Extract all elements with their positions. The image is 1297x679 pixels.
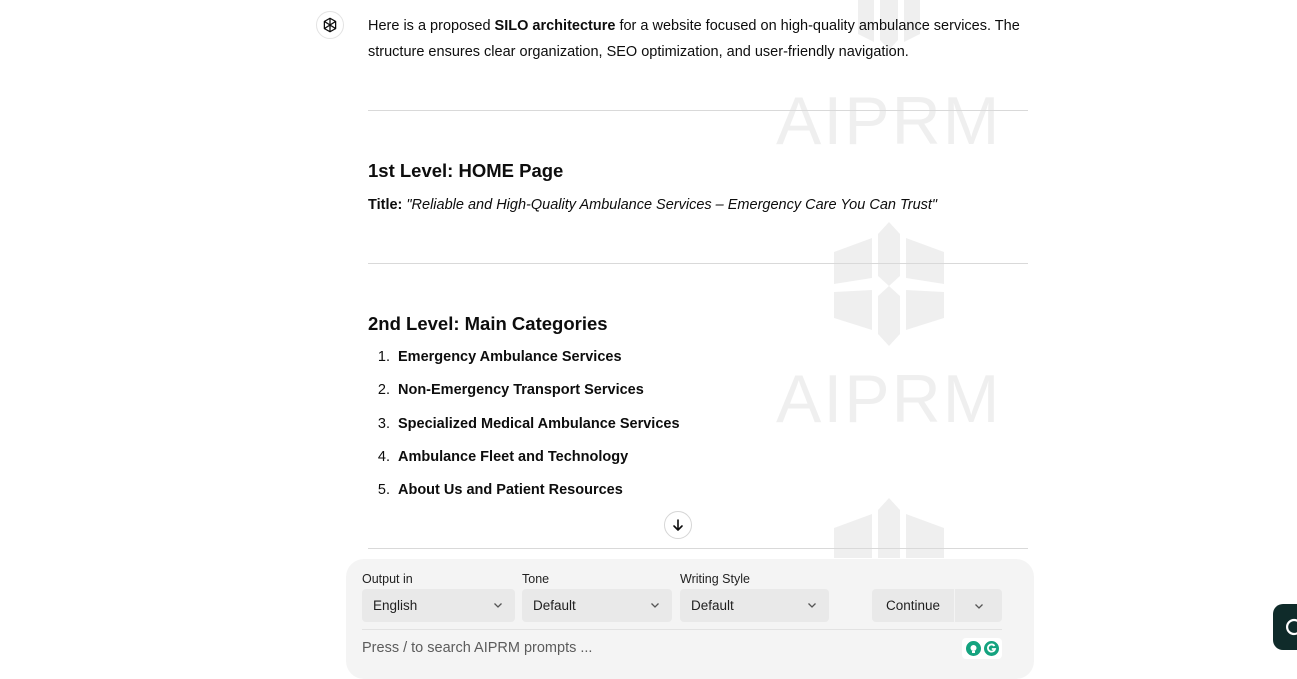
extension-icons bbox=[962, 638, 1002, 659]
category-list: 1. Emergency Ambulance Services 2. Non-Eme… bbox=[368, 346, 680, 512]
section1-heading: 1st Level: HOME Page bbox=[368, 160, 564, 181]
section-divider bbox=[368, 110, 1028, 111]
list-item: 4. Ambulance Fleet and Technology bbox=[368, 446, 680, 479]
output-language-value: English bbox=[373, 598, 418, 613]
watermark-text: AIPRM bbox=[776, 83, 1002, 159]
openai-logo-icon bbox=[323, 17, 337, 33]
list-item-number: 3. bbox=[377, 415, 390, 432]
tone-label: Tone bbox=[522, 572, 550, 586]
scroll-to-bottom-button[interactable] bbox=[664, 511, 692, 539]
chevron-down-icon bbox=[494, 603, 502, 608]
output-label: Output in bbox=[362, 572, 413, 586]
section2-heading: 2nd Level: Main Categories bbox=[368, 313, 608, 334]
aiprm-logo-icon bbox=[834, 498, 944, 558]
chevron-down-icon bbox=[974, 603, 983, 609]
output-language-select[interactable]: English bbox=[362, 589, 515, 622]
list-item: 5. About Us and Patient Resources bbox=[368, 479, 680, 512]
list-item-label: Emergency Ambulance Services bbox=[398, 349, 622, 365]
arrow-down-icon bbox=[673, 519, 683, 531]
aiprm-logo-icon bbox=[834, 222, 944, 346]
continue-button[interactable]: Continue bbox=[872, 589, 954, 622]
list-item-label: Ambulance Fleet and Technology bbox=[398, 448, 629, 465]
aiprm-prompt-search-input[interactable] bbox=[362, 636, 952, 660]
list-item-number: 1. bbox=[377, 349, 390, 365]
intro-paragraph: Here is a proposed SILO architecture for… bbox=[368, 13, 1028, 65]
title-label: Title: bbox=[368, 197, 403, 213]
tone-select[interactable]: Default bbox=[522, 589, 672, 622]
side-extension-tab[interactable] bbox=[1273, 604, 1297, 650]
extension-logo-icon bbox=[1286, 618, 1297, 636]
section-divider bbox=[368, 263, 1028, 264]
watermark-text: AIPRM bbox=[776, 361, 1002, 437]
bulb-icon[interactable] bbox=[965, 641, 981, 656]
writing-style-value: Default bbox=[691, 598, 734, 613]
list-item: 3. Specialized Medical Ambulance Services bbox=[368, 413, 680, 446]
list-item-label: About Us and Patient Resources bbox=[398, 482, 623, 499]
intro-highlight: SILO architecture bbox=[494, 18, 616, 34]
chevron-down-icon bbox=[651, 603, 659, 608]
home-title-line: Title: "Reliable and High-Quality Ambula… bbox=[368, 194, 937, 216]
list-item-number: 5. bbox=[377, 482, 390, 499]
panel-divider bbox=[362, 629, 1002, 630]
section-divider bbox=[368, 548, 1028, 549]
list-item-label: Specialized Medical Ambulance Services bbox=[398, 415, 680, 432]
tone-value: Default bbox=[533, 598, 576, 613]
assistant-avatar bbox=[316, 11, 344, 39]
list-item-number: 2. bbox=[377, 382, 390, 399]
grammarly-icon[interactable] bbox=[983, 641, 999, 656]
title-value: "Reliable and High-Quality Ambulance Ser… bbox=[406, 197, 938, 213]
writing-style-select[interactable]: Default bbox=[680, 589, 829, 622]
list-item-number: 4. bbox=[377, 448, 390, 465]
list-item: 1. Emergency Ambulance Services bbox=[368, 346, 680, 379]
chevron-down-icon bbox=[808, 603, 816, 608]
intro-text-start: Here is a proposed bbox=[368, 18, 495, 34]
writing-style-label: Writing Style bbox=[680, 572, 750, 586]
list-item: 2. Non-Emergency Transport Services bbox=[368, 379, 680, 412]
continue-options-button[interactable] bbox=[955, 589, 1002, 622]
list-item-label: Non-Emergency Transport Services bbox=[398, 382, 644, 399]
